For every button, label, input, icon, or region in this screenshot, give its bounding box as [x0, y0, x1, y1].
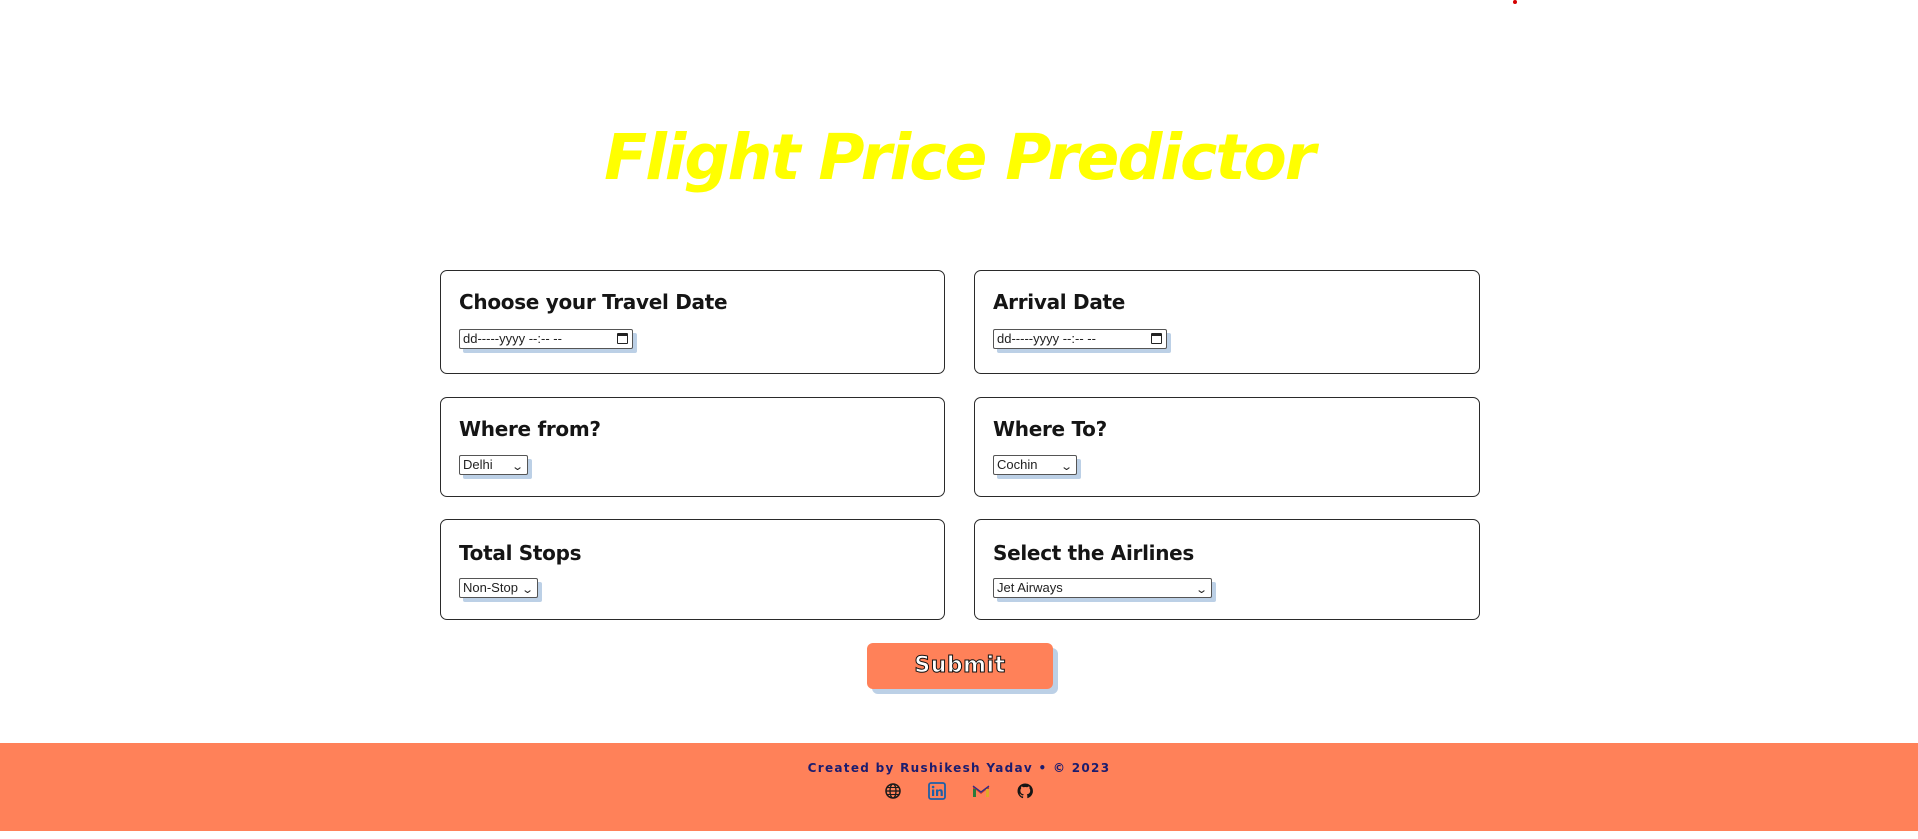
- page-title: Flight Price Predictor: [604, 121, 1316, 194]
- source-select[interactable]: Delhi ⌄: [459, 455, 528, 475]
- globe-icon[interactable]: [883, 781, 903, 801]
- destination-select[interactable]: Cochin ⌄: [993, 455, 1077, 475]
- arrival-date-card: Arrival Date dd-----yyyy --:-- --: [974, 270, 1480, 374]
- travel-date-placeholder: dd-----yyyy --:-- --: [463, 331, 562, 346]
- airline-select[interactable]: Jet Airways ⌄: [993, 578, 1212, 598]
- chevron-down-icon: ⌄: [1194, 584, 1208, 596]
- travel-date-card: Choose your Travel Date dd-----yyyy --:-…: [440, 270, 945, 374]
- destination-card: Where To? Cochin ⌄: [974, 397, 1480, 497]
- arrival-date-placeholder: dd-----yyyy --:-- --: [997, 331, 1096, 346]
- stops-card: Total Stops Non-Stop ⌄: [440, 519, 945, 620]
- source-card: Where from? Delhi ⌄: [440, 397, 945, 497]
- chevron-down-icon: ⌄: [1059, 461, 1073, 473]
- chevron-down-icon: ⌄: [510, 461, 524, 473]
- arrival-date-input[interactable]: dd-----yyyy --:-- --: [993, 329, 1167, 349]
- airline-label: Select the Airlines: [993, 541, 1195, 565]
- footer-credit: Created by Rushikesh Yadav • © 2023: [807, 761, 1111, 775]
- source-value: Delhi: [463, 457, 493, 472]
- stops-select[interactable]: Non-Stop ⌄: [459, 578, 538, 598]
- github-icon[interactable]: [1015, 781, 1035, 801]
- linkedin-icon[interactable]: [927, 781, 947, 801]
- arrival-date-label: Arrival Date: [993, 290, 1126, 314]
- footer: Created by Rushikesh Yadav • © 2023: [0, 743, 1918, 831]
- footer-social-links: [0, 781, 1918, 801]
- source-label: Where from?: [459, 417, 601, 441]
- gmail-icon[interactable]: [971, 781, 991, 801]
- destination-value: Cochin: [997, 457, 1038, 472]
- airline-card: Select the Airlines Jet Airways ⌄: [974, 519, 1480, 620]
- calendar-icon[interactable]: [1151, 333, 1162, 344]
- airline-value: Jet Airways: [997, 580, 1063, 595]
- destination-label: Where To?: [993, 417, 1107, 441]
- calendar-icon[interactable]: [617, 333, 628, 344]
- travel-date-label: Choose your Travel Date: [459, 290, 728, 314]
- stops-value: Non-Stop: [463, 580, 518, 595]
- chevron-down-icon: ⌄: [520, 584, 534, 596]
- stops-label: Total Stops: [459, 541, 582, 565]
- page: Flight Price Predictor Choose your Trave…: [0, 0, 1918, 839]
- submit-button[interactable]: Submit: [867, 643, 1053, 689]
- corner-dot: [1513, 0, 1517, 4]
- travel-date-input[interactable]: dd-----yyyy --:-- --: [459, 329, 633, 349]
